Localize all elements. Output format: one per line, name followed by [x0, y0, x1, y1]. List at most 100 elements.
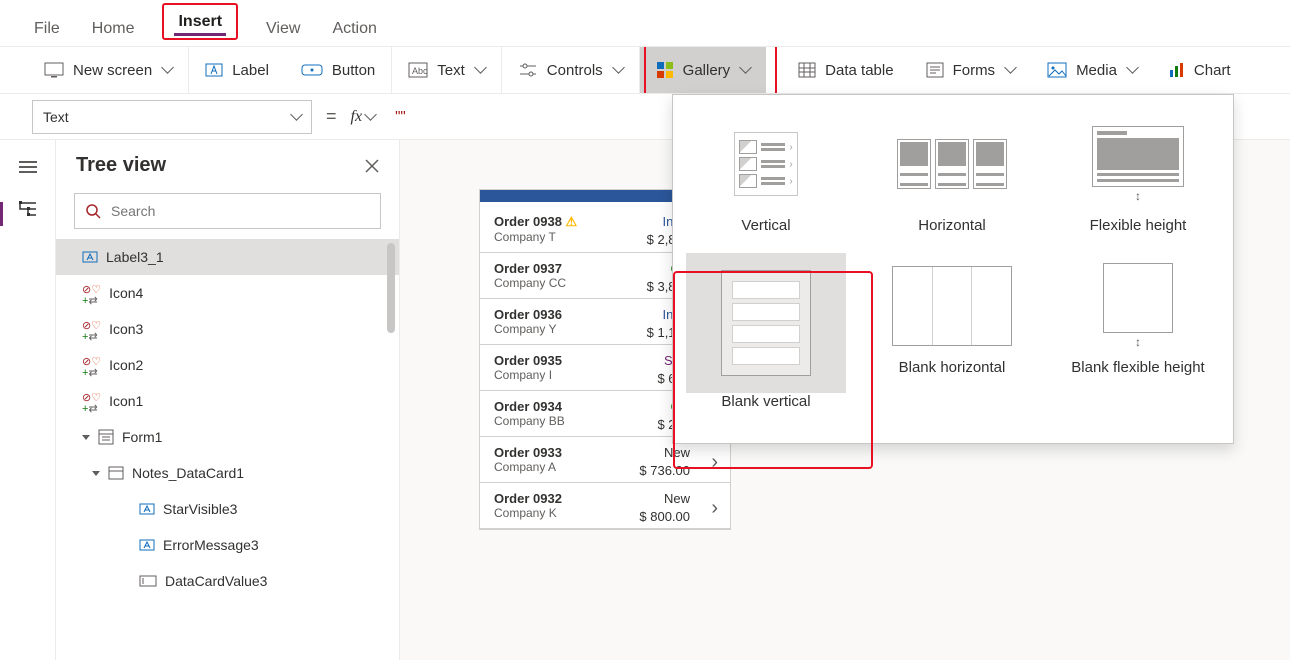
iconstate-icon: ⊘♡+⇄ — [82, 280, 101, 307]
label-button[interactable]: Label — [189, 47, 285, 93]
scrollbar[interactable] — [387, 243, 395, 333]
gallery-flexible[interactable]: ↕ Flexible height — [1045, 105, 1231, 247]
gallery-vertical[interactable]: › › › Vertical — [673, 105, 859, 247]
hamburger-icon[interactable] — [19, 158, 37, 176]
tree-item-form1[interactable]: Form1 — [56, 419, 399, 455]
fx-button[interactable]: fx — [351, 108, 376, 126]
iconstate-icon: ⊘♡+⇄ — [82, 316, 101, 343]
order-row[interactable]: Order 0932Company KNew$ 800.00› — [480, 483, 730, 529]
flexible-pictogram: ↕ — [1073, 111, 1203, 217]
tree-item-errormessage3[interactable]: ErrorMessage3 — [56, 527, 399, 563]
blank-horizontal-pictogram — [887, 253, 1017, 359]
property-selector[interactable]: Text — [32, 100, 312, 134]
chevron-right-icon[interactable]: › — [711, 497, 718, 520]
order-status: New — [664, 491, 690, 506]
tree-list: Label3_1⊘♡+⇄Icon4⊘♡+⇄Icon3⊘♡+⇄Icon2⊘♡+⇄I… — [56, 239, 399, 660]
left-rail — [0, 140, 56, 660]
data-table-label: Data table — [825, 62, 893, 79]
close-icon[interactable] — [365, 159, 379, 173]
tree-item-label: Icon1 — [109, 393, 143, 409]
tree-item-label3_1[interactable]: Label3_1 — [56, 239, 399, 275]
tree-item-datacardvalue3[interactable]: DataCardValue3 — [56, 563, 399, 599]
label-text: Label — [232, 62, 269, 79]
chevron-down-icon — [1126, 62, 1137, 79]
chevron-down-icon — [161, 62, 172, 79]
text-label: Text — [437, 62, 465, 79]
tree-item-starvisible3[interactable]: StarVisible3 — [56, 491, 399, 527]
vertical-pictogram: › › › — [701, 111, 831, 217]
data-table-button[interactable]: Data table — [782, 47, 909, 93]
blank-horizontal-label: Blank horizontal — [899, 359, 1006, 377]
label-icon — [82, 249, 98, 265]
equals-sign: = — [326, 106, 337, 127]
expand-icon[interactable] — [92, 471, 100, 476]
search-input[interactable] — [109, 202, 370, 220]
tree-item-label: Icon2 — [109, 357, 143, 373]
tree-item-label: Icon4 — [109, 285, 143, 301]
expand-icon[interactable] — [82, 435, 90, 440]
form-icon — [98, 429, 114, 445]
tree-item-label: Icon3 — [109, 321, 143, 337]
ribbon: New screen Label Button Abc Text Control… — [0, 46, 1290, 94]
tree-item-label: DataCardValue3 — [165, 573, 267, 589]
highlight-blank-vertical — [673, 271, 873, 469]
active-indicator — [0, 202, 3, 226]
gallery-blank-horizontal[interactable]: Blank horizontal — [859, 247, 1045, 423]
forms-button[interactable]: Forms — [910, 47, 1032, 93]
tree-item-icon1[interactable]: ⊘♡+⇄ Icon1 — [56, 383, 399, 419]
gallery-blank-flexible[interactable]: ↕ Blank flexible height — [1045, 247, 1231, 423]
tree-item-icon2[interactable]: ⊘♡+⇄Icon2 — [56, 347, 399, 383]
media-icon — [1047, 62, 1067, 78]
chevron-down-icon — [612, 62, 623, 79]
chevron-down-icon — [474, 62, 485, 79]
media-label: Media — [1076, 62, 1117, 79]
gallery-dropdown: › › › Vertical Horizontal ↕ Flexible hei… — [672, 94, 1234, 444]
new-screen-label: New screen — [73, 62, 152, 79]
horizontal-label: Horizontal — [918, 217, 986, 235]
chevron-down-icon — [364, 109, 375, 125]
blank-flexible-label: Blank flexible height — [1071, 359, 1204, 377]
fx-icon: fx — [351, 108, 363, 126]
charts-button[interactable]: Chart — [1153, 47, 1247, 93]
menu-insert[interactable]: Insert — [174, 9, 226, 36]
controls-button[interactable]: Controls — [502, 47, 640, 93]
tree-item-icon3[interactable]: ⊘♡+⇄ Icon3 — [56, 311, 399, 347]
horizontal-pictogram — [887, 111, 1017, 217]
button-button[interactable]: Button — [285, 47, 392, 93]
menu-view[interactable]: View — [262, 16, 304, 40]
formula-value[interactable]: "" — [395, 108, 406, 125]
menubar: File Home Insert View Action — [0, 0, 1290, 46]
label-icon — [205, 61, 223, 79]
tree-item-notes_datacard1[interactable]: Notes_DataCard1 — [56, 455, 399, 491]
warning-icon: ⚠ — [566, 214, 578, 229]
screen-icon — [44, 62, 64, 78]
flexible-label: Flexible height — [1090, 217, 1187, 235]
text-icon: Abc — [408, 62, 428, 78]
highlight-insert: Insert — [162, 3, 238, 40]
tree-title: Tree view — [76, 154, 166, 177]
tree-item-label: StarVisible3 — [163, 501, 237, 517]
menu-file[interactable]: File — [30, 16, 64, 40]
tree-view-icon[interactable] — [18, 200, 38, 218]
new-screen-button[interactable]: New screen — [28, 47, 189, 93]
text-button[interactable]: Abc Text — [392, 47, 502, 93]
button-icon — [301, 62, 323, 78]
tree-item-label: Label3_1 — [106, 249, 164, 265]
svg-text:Abc: Abc — [412, 66, 428, 76]
media-button[interactable]: Media — [1031, 47, 1153, 93]
card-icon — [108, 466, 124, 480]
property-name: Text — [43, 109, 69, 125]
controls-icon — [518, 62, 538, 78]
vertical-label: Vertical — [741, 217, 790, 235]
data-table-icon — [798, 62, 816, 78]
menu-home[interactable]: Home — [88, 16, 139, 40]
label-icon — [139, 501, 155, 517]
iconstate-icon: ⊘♡+⇄ — [82, 388, 101, 415]
tree-item-icon4[interactable]: ⊘♡+⇄ Icon4 — [56, 275, 399, 311]
forms-icon — [926, 62, 944, 78]
gallery-horizontal[interactable]: Horizontal — [859, 105, 1045, 247]
tree-panel: Tree view Label3_1⊘♡+⇄Icon4⊘♡+⇄Icon3⊘♡+⇄… — [56, 140, 400, 660]
menu-action[interactable]: Action — [328, 16, 380, 40]
tree-item-label: Form1 — [122, 429, 162, 445]
tree-search[interactable] — [74, 193, 381, 229]
